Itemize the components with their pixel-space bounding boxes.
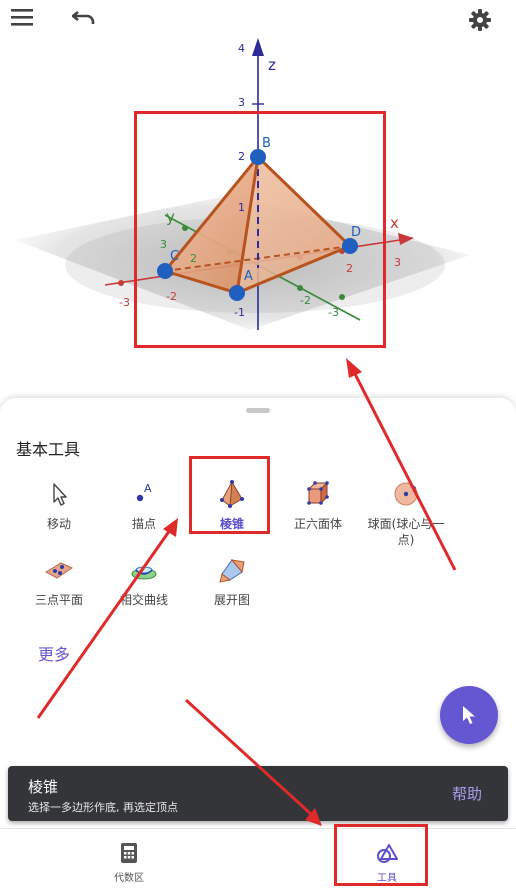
calculator-icon — [121, 843, 137, 863]
z-tick-neg1: -1 — [234, 306, 245, 319]
tool-net[interactable]: 展开图 — [188, 554, 276, 608]
undo-icon — [72, 10, 95, 24]
x-axis-label: x — [390, 214, 399, 232]
tool-intersect-curve-label: 相交曲线 — [119, 593, 168, 607]
more-tools-link[interactable]: 更多 — [38, 641, 70, 665]
z-tick-1: 1 — [238, 201, 245, 214]
x-tick-3: 3 — [394, 256, 401, 269]
point-c-label: C — [170, 249, 179, 264]
snackbar-title: 棱锥 — [28, 778, 59, 796]
intersect-curve-icon — [131, 566, 157, 580]
point-b[interactable] — [250, 149, 266, 165]
point-a-label: A — [244, 269, 253, 284]
svg-text:A: A — [144, 482, 152, 495]
z-axis-label: z — [268, 56, 276, 74]
tool-pyramid[interactable]: 棱锥 — [188, 478, 276, 532]
menu-icon — [11, 9, 33, 26]
help-button[interactable]: 帮助 — [452, 783, 482, 804]
plane-three-points-icon — [44, 562, 74, 579]
tool-cube-label: 正六面体 — [293, 517, 342, 531]
tools-icon — [377, 844, 398, 863]
y-axis-label: y — [166, 208, 175, 226]
nav-algebra[interactable]: 代数区 — [0, 829, 258, 890]
tool-sphere-label: 球面(球心与一点) — [367, 517, 445, 547]
z-tick-2: 2 — [238, 150, 245, 163]
undo-button[interactable] — [72, 8, 108, 44]
graphics-canvas[interactable]: z x y 4 3 2 1 -1 -3 -2 2 3 3 2 -2 -3 A B… — [0, 0, 516, 398]
point-a[interactable] — [229, 285, 245, 301]
bottom-navigation: 代数区 工具 — [0, 828, 516, 890]
cube-icon — [307, 481, 329, 505]
z-axis-arrow — [252, 38, 264, 56]
x-tick-2: 2 — [346, 262, 353, 275]
y-tick-3: 3 — [160, 238, 167, 251]
tool-plane-three-points-label: 三点平面 — [34, 593, 83, 607]
x-tick-neg3: -3 — [119, 296, 130, 309]
tool-net-label: 展开图 — [213, 593, 250, 607]
section-title: 基本工具 — [16, 440, 81, 459]
tool-cube[interactable]: 正六面体 — [274, 478, 362, 532]
graphics-view-3d[interactable]: z x y 4 3 2 1 -1 -3 -2 2 3 3 2 -2 -3 A B… — [0, 0, 516, 398]
point-c[interactable] — [157, 263, 173, 279]
settings-button[interactable] — [468, 8, 504, 44]
tool-help-snackbar: 棱锥 选择一多边形作底, 再选定顶点 帮助 — [8, 766, 508, 821]
menu-button[interactable] — [11, 8, 47, 44]
x-tick-neg2: -2 — [166, 290, 177, 303]
tools-sheet: 基本工具 移动 A 描点 棱锥 正六面体 球面(球心与一点) 三点平面 相交曲线… — [0, 398, 516, 828]
tool-point[interactable]: A 描点 — [100, 478, 188, 532]
nav-tools-label: 工具 — [377, 873, 397, 884]
net-icon — [219, 559, 245, 583]
y-tick-2: 2 — [190, 252, 197, 265]
tool-pyramid-label: 棱锥 — [219, 517, 244, 531]
nav-tools[interactable]: 工具 — [258, 829, 516, 890]
gear-icon — [469, 9, 491, 31]
tool-move-label: 移动 — [46, 517, 71, 531]
tool-intersect-curve[interactable]: 相交曲线 — [100, 554, 188, 608]
tool-move[interactable]: 移动 — [15, 478, 103, 532]
pyramid-icon — [220, 480, 244, 508]
sheet-drag-handle[interactable] — [246, 408, 270, 413]
point-b-label: B — [262, 136, 271, 151]
point-icon: A — [136, 482, 152, 502]
y-tick-neg2: -2 — [300, 294, 311, 307]
y-tick-neg3: -3 — [328, 306, 339, 319]
move-cursor-icon — [53, 483, 67, 506]
tool-sphere[interactable]: 球面(球心与一点) — [362, 478, 450, 548]
point-d-label: D — [351, 225, 361, 240]
tool-plane-three-points[interactable]: 三点平面 — [15, 554, 103, 608]
cursor-icon — [463, 706, 475, 724]
z-tick-4: 4 — [238, 42, 245, 55]
fab-move-button[interactable] — [440, 686, 498, 744]
nav-algebra-label: 代数区 — [114, 873, 144, 884]
tool-point-label: 描点 — [131, 517, 156, 531]
point-d[interactable] — [342, 238, 358, 254]
sphere-icon — [394, 482, 418, 506]
snackbar-description: 选择一多边形作底, 再选定顶点 — [28, 801, 178, 814]
z-tick-3: 3 — [238, 96, 245, 109]
